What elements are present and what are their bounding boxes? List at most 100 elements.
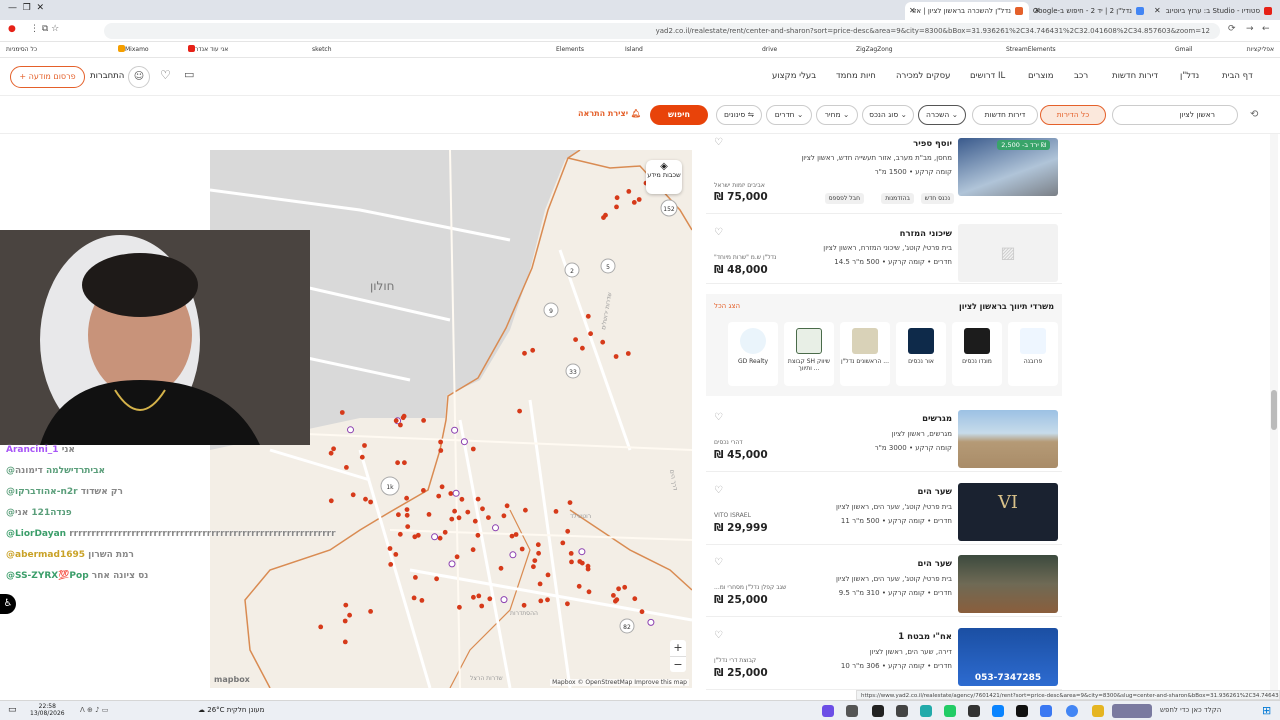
nav-cars[interactable]: רכב xyxy=(1074,71,1088,81)
see-all-link[interactable]: הצג הכל xyxy=(714,302,740,310)
listing-marker[interactable] xyxy=(452,508,457,514)
profile-icon[interactable]: ● xyxy=(8,24,16,34)
listing-marker[interactable] xyxy=(347,612,352,618)
listing-marker[interactable] xyxy=(411,595,417,601)
listing-marker[interactable] xyxy=(532,558,538,563)
listing-marker[interactable] xyxy=(475,532,481,538)
listing-marker[interactable] xyxy=(476,593,482,599)
listing-marker[interactable] xyxy=(513,532,519,537)
listing-marker[interactable] xyxy=(521,602,527,608)
listing-marker[interactable] xyxy=(622,584,628,590)
listing-marker[interactable] xyxy=(631,200,637,205)
bookmark-elements[interactable]: Elements xyxy=(556,42,584,57)
nav-pros[interactable]: בעלי מקצוע xyxy=(772,71,816,81)
listing-marker[interactable] xyxy=(611,593,616,598)
listing-marker[interactable] xyxy=(387,546,393,551)
listing-marker[interactable] xyxy=(452,489,460,497)
bookmark-drive[interactable]: drive xyxy=(762,42,777,57)
listing-marker[interactable] xyxy=(400,415,406,421)
heart-icon[interactable]: ♡ xyxy=(714,557,723,568)
listing-marker[interactable] xyxy=(368,499,373,505)
listing-card[interactable]: VI שער הים בית פרטי/ קוטג', שער הים, ראש… xyxy=(706,479,1062,545)
listing-marker[interactable] xyxy=(343,602,349,608)
listing-marker[interactable] xyxy=(350,492,356,498)
listing-marker[interactable] xyxy=(577,559,583,564)
create-alert-button[interactable]: יצירת התראה 🔔︎ xyxy=(578,109,641,118)
listing-marker[interactable] xyxy=(402,460,407,466)
heart-icon[interactable]: ♡ xyxy=(160,68,171,82)
bookmark-apps[interactable]: אפליקציות xyxy=(1247,42,1274,57)
listing-marker[interactable] xyxy=(419,598,425,603)
listing-marker[interactable] xyxy=(415,532,421,538)
close-tab-icon[interactable]: ✕ xyxy=(1034,2,1041,20)
listing-marker[interactable] xyxy=(460,438,468,446)
listing-marker[interactable] xyxy=(405,524,411,529)
listing-marker[interactable] xyxy=(519,546,525,552)
listing-marker[interactable] xyxy=(396,512,401,518)
taskbar-search[interactable]: הקלד כאן כדי לחפש xyxy=(1160,706,1221,714)
notification-icon[interactable]: ▭ xyxy=(8,705,17,715)
weather-widget[interactable]: ☁ 26°C מעונן חלקית xyxy=(198,706,264,714)
bookmark-gmail[interactable]: Gmail xyxy=(1175,42,1193,57)
tray-icons[interactable]: ᐱ ⊕ ♪ ▭ xyxy=(80,706,108,714)
map-attribution[interactable]: Mapbox © OpenStreetMap Improve this map xyxy=(550,679,689,686)
listing-marker[interactable] xyxy=(509,551,517,559)
listing-marker[interactable] xyxy=(545,597,550,603)
listing-marker[interactable] xyxy=(537,581,543,587)
listing-marker[interactable] xyxy=(647,618,655,626)
listing-marker[interactable] xyxy=(613,354,619,359)
listing-marker[interactable] xyxy=(331,446,336,452)
listing-marker[interactable] xyxy=(625,351,631,356)
app-icon[interactable] xyxy=(896,705,908,717)
listing-marker[interactable] xyxy=(448,491,454,496)
nav-pets[interactable]: חיות מחמד xyxy=(836,71,876,81)
agency-card[interactable]: GD Realty xyxy=(728,322,778,386)
zoom-in-button[interactable]: + xyxy=(670,640,686,656)
close-tab-icon[interactable]: ✕ xyxy=(1154,2,1161,20)
bookmark-ender[interactable]: אני עוד אנדר xyxy=(186,42,228,57)
history-icon[interactable]: ⟲ xyxy=(1250,109,1258,120)
window-controls[interactable]: — ❐ ✕ xyxy=(8,3,44,13)
clock[interactable]: 22:58 13/08/2026 xyxy=(30,703,65,717)
listing-marker[interactable] xyxy=(344,465,349,470)
listing-marker[interactable] xyxy=(500,596,508,604)
listing-marker[interactable] xyxy=(585,566,591,572)
agency-card[interactable]: הראשונים נדל"ן ... xyxy=(840,322,890,386)
listing-marker[interactable] xyxy=(442,529,448,535)
listing-marker[interactable] xyxy=(362,443,367,448)
close-tab-icon[interactable]: ✕ xyxy=(909,2,916,20)
listing-marker[interactable] xyxy=(565,601,570,607)
listing-marker[interactable] xyxy=(449,516,455,522)
listing-marker[interactable] xyxy=(576,583,582,589)
listing-marker[interactable] xyxy=(580,345,585,351)
listing-marker[interactable] xyxy=(531,564,536,570)
listing-marker[interactable] xyxy=(328,498,334,504)
agency-card[interactable]: מונדו נכסים xyxy=(952,322,1002,386)
user-icon[interactable]: ☺ xyxy=(128,66,150,88)
listing-marker[interactable] xyxy=(530,347,536,353)
listing-marker[interactable] xyxy=(465,509,471,515)
listing-marker[interactable] xyxy=(614,195,620,201)
listing-marker[interactable] xyxy=(636,197,642,202)
post-ad-button[interactable]: + פרסום מודעה xyxy=(10,66,85,88)
heart-icon[interactable]: ♡ xyxy=(714,227,723,238)
listing-marker[interactable] xyxy=(363,496,368,502)
listing-marker[interactable] xyxy=(614,204,619,210)
listing-marker[interactable] xyxy=(439,484,445,490)
listing-marker[interactable] xyxy=(475,496,481,502)
listing-marker[interactable] xyxy=(498,565,504,571)
agency-card[interactable]: קבוצת SH שיווק ותיווך ... xyxy=(784,322,834,386)
listing-marker[interactable] xyxy=(578,548,586,556)
listing-marker[interactable] xyxy=(426,512,432,517)
listing-marker[interactable] xyxy=(522,350,527,356)
agency-card[interactable]: פרובנה xyxy=(1008,322,1058,386)
listing-marker[interactable] xyxy=(457,604,462,610)
listing-card[interactable]: שער הים בית פרטי/ קוטג', שער הים, ראשון … xyxy=(706,551,1062,617)
listing-marker[interactable] xyxy=(600,339,606,345)
listing-marker[interactable] xyxy=(431,533,439,541)
listing-marker[interactable] xyxy=(318,624,324,630)
listing-marker[interactable] xyxy=(368,609,373,614)
bookmark-streamelements[interactable]: StreamElements xyxy=(1006,42,1056,57)
listing-marker[interactable] xyxy=(486,515,491,520)
listing-marker[interactable] xyxy=(437,535,443,541)
